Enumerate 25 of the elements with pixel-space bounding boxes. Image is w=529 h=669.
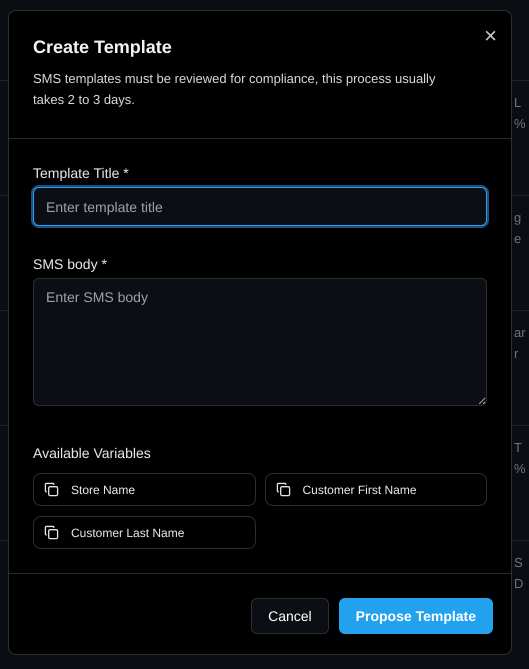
copy-icon	[44, 525, 59, 540]
copy-icon	[276, 482, 290, 497]
dialog-title: Create Template	[33, 37, 173, 58]
variable-chip[interactable]: Customer First Name	[264, 473, 487, 506]
background-text: ar	[514, 325, 526, 340]
copy-icon	[44, 482, 59, 497]
cancel-button[interactable]: Cancel	[251, 598, 329, 634]
variables-label: Available Variables	[33, 445, 152, 461]
background-text: L	[514, 95, 522, 110]
dialog-description: SMS templates must be reviewed for compliance, this process usually takes 2 to 3 days.	[33, 70, 436, 109]
background-text: e	[514, 231, 522, 246]
variable-chip[interactable]: Customer Last Name	[33, 516, 256, 549]
background-text: %	[514, 461, 526, 476]
close-button[interactable]: ×	[480, 23, 501, 49]
variable-chip[interactable]: Store Name	[33, 473, 256, 506]
background-text: g	[514, 210, 522, 225]
background-text: T	[514, 440, 522, 455]
background-text: D	[514, 576, 524, 591]
title-field[interactable]: Enter template title	[33, 187, 487, 226]
sms-body-field[interactable]: Enter SMS body	[33, 278, 487, 406]
field-label: SMS body *	[33, 256, 108, 272]
background-text: r	[514, 346, 518, 361]
field-label: Template Title *	[33, 165, 130, 181]
background-text: %	[514, 116, 526, 131]
background-text: S	[514, 555, 523, 570]
